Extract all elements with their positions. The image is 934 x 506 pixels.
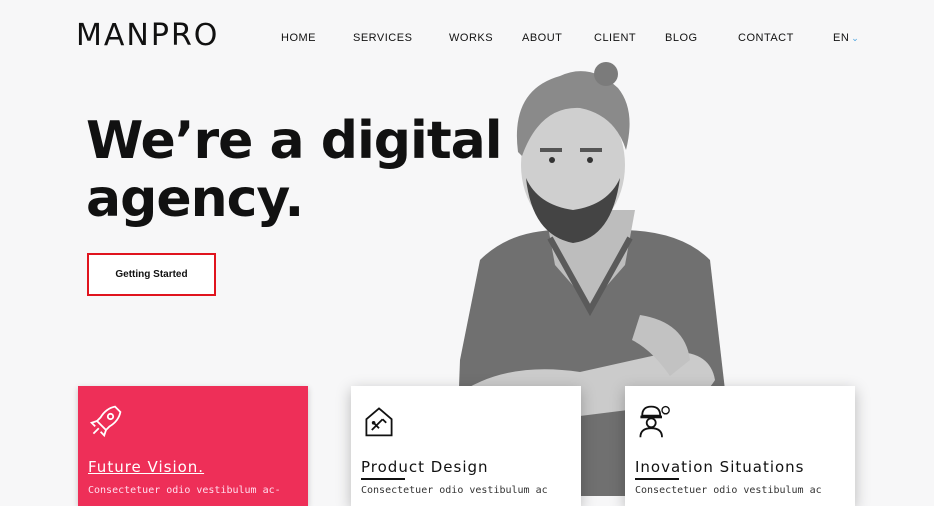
language-selector[interactable]: EN ⌄ — [833, 32, 859, 44]
engineer-icon — [639, 405, 670, 438]
card-text: Consectetuer odio vestibulum ac — [635, 485, 822, 496]
card-title: Inovation Situations — [635, 458, 805, 476]
rocket-icon — [89, 405, 122, 438]
nav-contact[interactable]: CONTACT — [738, 32, 794, 44]
hero-title-line2: agency. — [86, 169, 304, 229]
service-card-product-design[interactable]: Product Design Consectetuer odio vestibu… — [351, 386, 581, 506]
main-nav: HOME SERVICES WORKS ABOUT CLIENT BLOG CO… — [0, 32, 934, 48]
design-tools-icon — [365, 407, 393, 437]
nav-services[interactable]: SERVICES — [353, 32, 412, 44]
card-text: Consectetuer odio vestibulum ac- — [88, 485, 281, 496]
nav-blog[interactable]: BLOG — [665, 32, 698, 44]
service-card-innovation[interactable]: Inovation Situations Consectetuer odio v… — [625, 386, 855, 506]
card-title[interactable]: Future Vision. — [88, 458, 204, 476]
card-divider — [361, 478, 405, 480]
card-title: Product Design — [361, 458, 489, 476]
nav-works[interactable]: WORKS — [449, 32, 493, 44]
language-label: EN — [833, 32, 850, 44]
nav-about[interactable]: ABOUT — [522, 32, 562, 44]
nav-client[interactable]: CLIENT — [594, 32, 636, 44]
nav-home[interactable]: HOME — [281, 32, 316, 44]
card-text: Consectetuer odio vestibulum ac — [361, 485, 548, 496]
service-card-future-vision[interactable]: Future Vision. Consectetuer odio vestibu… — [78, 386, 308, 506]
getting-started-button[interactable]: Getting Started — [87, 253, 216, 296]
chevron-down-icon: ⌄ — [851, 33, 860, 43]
card-divider — [635, 478, 679, 480]
